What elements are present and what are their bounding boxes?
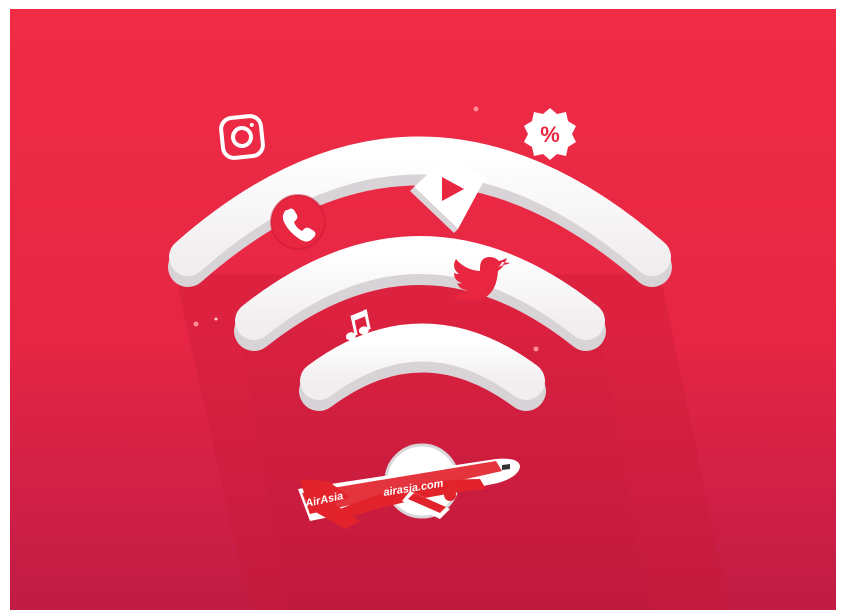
svg-text:%: % <box>540 122 560 147</box>
instagram-icon <box>219 114 265 160</box>
wifi-illustration-panel: % AirAsia airasia.com <box>10 9 836 610</box>
illustration-canvas: % AirAsia airasia.com <box>0 0 847 610</box>
wifi-illustration: % AirAsia airasia.com <box>168 106 730 610</box>
percent-badge-icon: % <box>524 108 576 160</box>
phone-icon <box>270 194 326 250</box>
